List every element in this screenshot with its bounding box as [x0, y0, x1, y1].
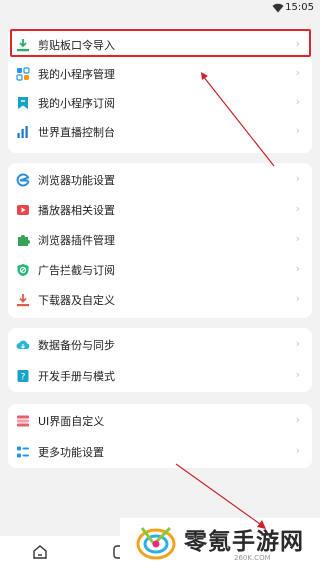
row-more-settings[interactable]: 更多功能设置 › — [8, 437, 312, 467]
chevron-right-icon: › — [295, 413, 300, 426]
row-label: 浏览器插件管理 — [38, 234, 115, 247]
cloud-sync-icon — [16, 340, 30, 349]
shield-block-icon — [17, 264, 29, 276]
chevron-right-icon: › — [295, 232, 300, 245]
chevron-right-icon: › — [295, 292, 300, 305]
row-label: 下载器及自定义 — [38, 294, 115, 307]
row-label: 我的小程序订阅 — [38, 97, 115, 110]
row-mini-program-subscribe[interactable]: 我的小程序订阅 › — [8, 88, 312, 118]
row-ad-block[interactable]: 广告拦截与订阅 › — [8, 255, 312, 285]
row-live-console[interactable]: 世界直播控制台 › — [8, 117, 312, 147]
watermark: 零氪手游网 260K.COM — [120, 518, 320, 568]
card-ui: UI界面自定义 › 更多功能设置 › — [8, 404, 312, 468]
watermark-sub: 260K.COM — [234, 554, 271, 562]
browser-icon — [16, 173, 30, 187]
row-label: 更多功能设置 — [38, 446, 104, 459]
home-icon[interactable] — [32, 544, 48, 560]
status-bar: 15:05 — [0, 0, 320, 18]
highlight-box — [10, 29, 311, 57]
chevron-right-icon: › — [295, 95, 300, 108]
bookmark-icon — [18, 97, 28, 109]
watermark-title: 零氪手游网 — [184, 529, 304, 555]
wifi-icon — [272, 3, 284, 13]
row-label: 世界直播控制台 — [38, 126, 115, 139]
svg-text:?: ? — [21, 373, 26, 383]
chevron-right-icon: › — [295, 66, 300, 79]
chevron-right-icon: › — [295, 124, 300, 137]
chevron-right-icon: › — [295, 202, 300, 215]
watermark-logo-icon — [136, 526, 176, 560]
row-mini-program-manage[interactable]: 我的小程序管理 › — [8, 59, 312, 89]
row-label: 我的小程序管理 — [38, 68, 115, 81]
chevron-right-icon: › — [295, 444, 300, 457]
row-label: 数据备份与同步 — [38, 339, 115, 352]
apps-grid-icon — [16, 67, 30, 81]
row-browser-settings[interactable]: 浏览器功能设置 › — [8, 165, 312, 195]
row-label: 开发手册与模式 — [38, 370, 115, 383]
status-time: 15:05 — [285, 2, 314, 13]
console-icon — [17, 126, 28, 138]
download-icon — [17, 294, 29, 307]
video-play-icon — [17, 205, 29, 215]
more-settings-icon — [17, 446, 29, 458]
chevron-right-icon: › — [295, 262, 300, 275]
help-book-icon: ? — [17, 370, 29, 383]
card-browser-settings: 浏览器功能设置 › 播放器相关设置 › 浏览器插件管理 › 广告拦截与订阅 › … — [8, 163, 312, 318]
chevron-right-icon: › — [295, 337, 300, 350]
puzzle-icon — [18, 235, 30, 246]
row-backup-sync[interactable]: 数据备份与同步 › — [8, 330, 312, 360]
row-player-settings[interactable]: 播放器相关设置 › — [8, 195, 312, 225]
row-label: 广告拦截与订阅 — [38, 264, 115, 277]
card-data: 数据备份与同步 › ? 开发手册与模式 › — [8, 328, 312, 392]
row-label: UI界面自定义 — [38, 415, 105, 428]
row-downloader[interactable]: 下载器及自定义 › — [8, 285, 312, 315]
row-label: 播放器相关设置 — [38, 204, 115, 217]
row-dev-manual[interactable]: ? 开发手册与模式 › — [8, 361, 312, 391]
chevron-right-icon: › — [295, 368, 300, 381]
ui-custom-icon — [17, 415, 29, 427]
row-plugin-manage[interactable]: 浏览器插件管理 › — [8, 225, 312, 255]
row-ui-custom[interactable]: UI界面自定义 › — [8, 406, 312, 436]
row-label: 浏览器功能设置 — [38, 174, 115, 187]
chevron-right-icon: › — [295, 172, 300, 185]
